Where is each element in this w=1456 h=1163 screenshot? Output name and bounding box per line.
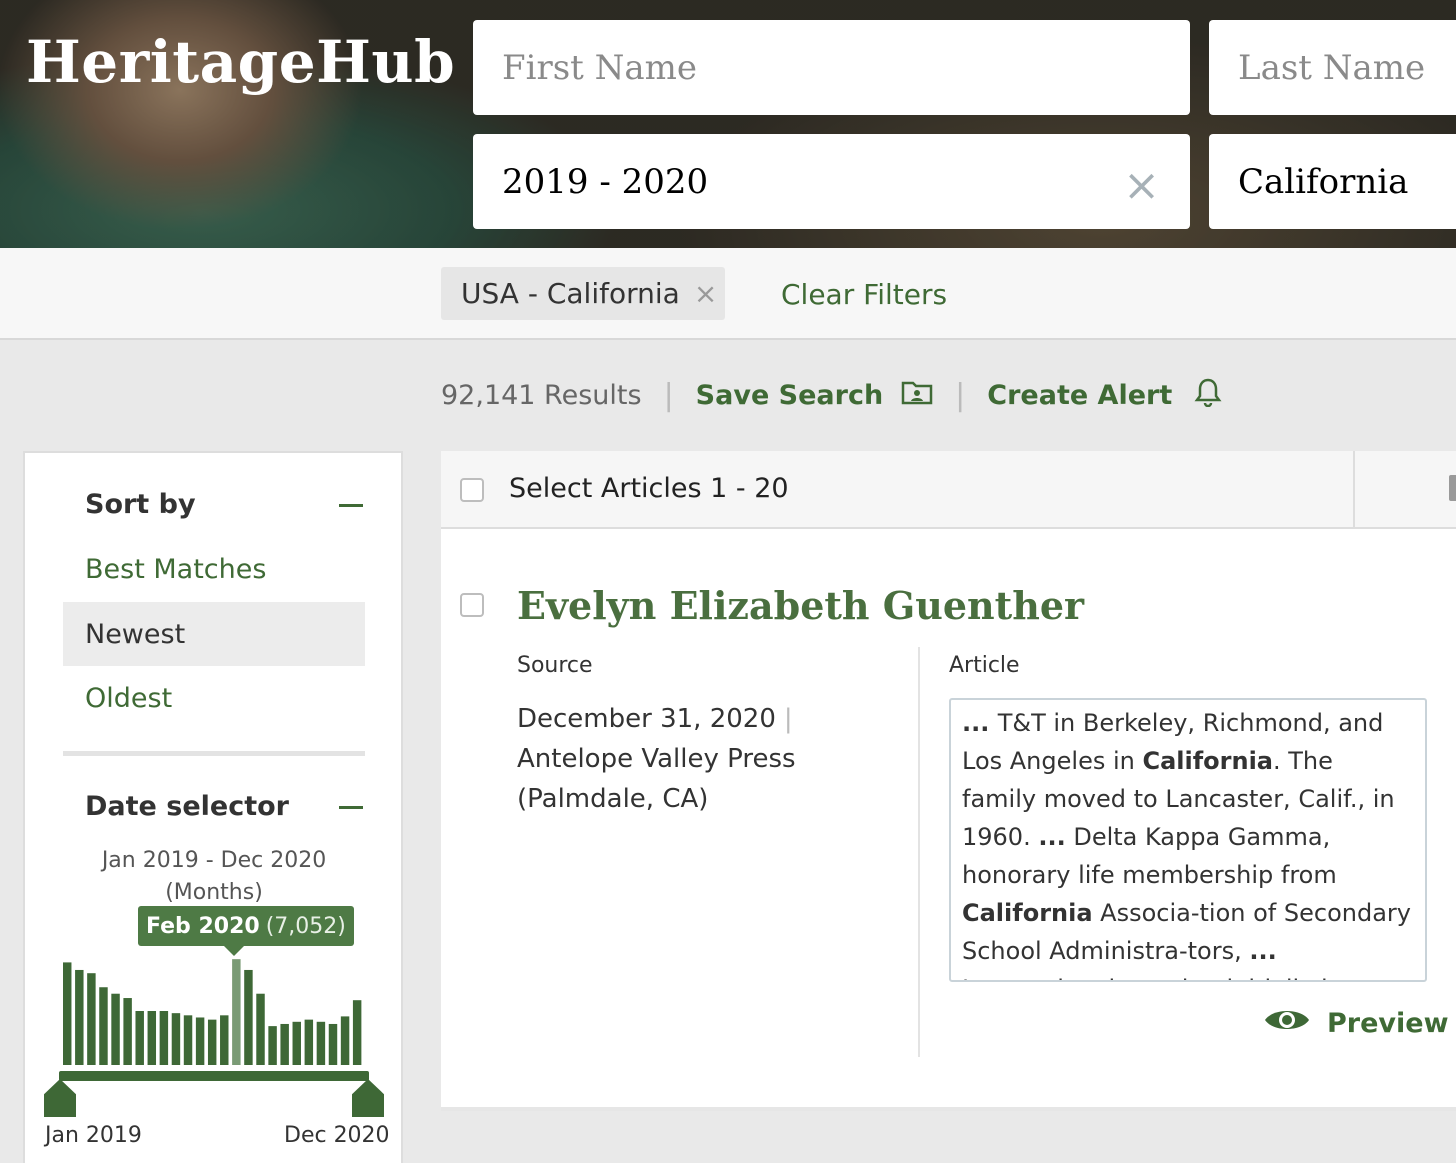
date-histogram[interactable] [63,953,365,1065]
histogram-bar[interactable] [171,1013,181,1065]
date-range-unit: (Months) [165,880,263,905]
save-search-link[interactable]: Save Search [696,380,884,411]
histogram-bar[interactable] [75,969,84,1065]
clear-date-icon[interactable]: × [1123,160,1160,211]
date-range-field[interactable]: × [473,134,1190,229]
histogram-bar[interactable] [195,1017,205,1065]
site-logo[interactable]: HeritageHub [26,28,455,96]
folder-icon[interactable] [901,379,933,412]
date-range-caption: Jan 2019 - Dec 2020 (Months) [63,845,365,909]
histogram-bar[interactable] [183,1015,193,1065]
tooltip-month: Feb 2020 [146,913,260,939]
sort-by-heading: Sort by [85,489,196,520]
article-title-link[interactable]: Evelyn Elizabeth Guenther [517,583,1084,628]
newspaper-place: (Palmdale, CA) [517,784,709,814]
snippet-highlight: California [1142,747,1274,775]
chip-label: USA - California [461,277,680,310]
source-label: Source [517,653,593,678]
location-filter-chip[interactable]: USA - California × [441,267,725,320]
range-end-handle[interactable] [352,1079,384,1117]
histogram-bar[interactable] [207,1019,217,1065]
source-details: December 31, 2020 | Antelope Valley Press… [517,699,897,819]
first-name-input[interactable] [502,47,1161,88]
preview-button[interactable]: Preview [1263,1005,1449,1042]
snippet-text: International, serving initially in Lanc… [962,975,1343,980]
histogram-bar[interactable] [268,1026,277,1065]
header-divider [1353,451,1355,529]
snippet-highlight: ... [1038,823,1066,851]
location-field[interactable] [1209,134,1456,229]
results-toolbar: 92,141 Results | Save Search | Create Al… [441,377,1222,414]
sidebar-divider [63,751,365,756]
select-all-checkbox[interactable] [460,478,484,502]
histogram-bar[interactable] [328,1023,338,1065]
create-alert-link[interactable]: Create Alert [987,380,1172,411]
date-separator: | [783,704,793,734]
article-date: December 31, 2020 [517,704,776,734]
histogram-bar[interactable] [220,1015,229,1065]
article-label: Article [949,653,1020,678]
last-name-input[interactable] [1238,47,1440,88]
tooltip-count: (7,052) [265,913,346,939]
result-card: Evelyn Elizabeth Guenther Source Article… [441,529,1456,1111]
sort-newest[interactable]: Newest [63,602,365,666]
range-end-label: Dec 2020 [284,1123,390,1148]
results-count: 92,141 Results [441,380,642,411]
histogram-bar[interactable] [63,962,72,1065]
select-articles-label: Select Articles 1 - 20 [509,473,789,504]
snippet-highlight: California [962,899,1093,927]
location-input[interactable] [1238,161,1440,202]
range-start-label: Jan 2019 [45,1123,142,1148]
histogram-bar[interactable] [304,1019,314,1065]
collapse-sort-icon[interactable] [339,504,363,507]
eye-icon [1263,1005,1311,1042]
snippet-highlight: ... [1249,937,1277,965]
filter-bar: USA - California × Clear Filters [0,248,1456,340]
preview-label: Preview [1327,1008,1449,1039]
histogram-bar[interactable] [135,1011,144,1065]
histogram-bar[interactable] [123,998,132,1065]
sort-best-matches[interactable]: Best Matches [63,537,365,601]
clear-filters-link[interactable]: Clear Filters [781,278,947,311]
date-range-input[interactable] [502,161,1161,202]
remove-chip-icon[interactable]: × [694,277,717,310]
histogram-bar[interactable] [147,1011,157,1065]
histogram-bar[interactable] [244,969,253,1065]
toolbar-separator: | [663,378,674,413]
histogram-bar[interactable] [159,1011,169,1065]
first-name-field[interactable] [473,20,1190,115]
newspaper-name: Antelope Valley Press [517,744,796,774]
histogram-bar[interactable] [292,1021,301,1065]
results-list-header: Select Articles 1 - 20 [441,451,1456,529]
article-snippet[interactable]: ... T&T in Berkeley, Richmond, and Los A… [949,698,1427,982]
toolbar-separator: | [955,378,966,413]
last-name-field[interactable] [1209,20,1456,115]
histogram-bar[interactable] [99,987,108,1065]
toolbar-icon-edge[interactable] [1449,475,1456,501]
snippet-highlight: ... [962,709,998,737]
histogram-bar[interactable] [316,1021,326,1065]
date-selector-heading: Date selector [85,791,289,822]
range-start-handle[interactable] [44,1079,76,1117]
column-divider [918,647,920,1057]
bell-icon[interactable] [1194,377,1222,414]
histogram-bar[interactable] [280,1023,289,1065]
filter-sidebar: Sort by Best Matches Newest Oldest Date … [23,451,403,1163]
sort-oldest[interactable]: Oldest [63,666,365,730]
histogram-bar[interactable] [87,973,96,1065]
histogram-bar[interactable] [352,1000,362,1065]
date-range-track[interactable] [59,1071,369,1081]
histogram-tooltip: Feb 2020 (7,052) [138,906,354,956]
histogram-bar[interactable] [340,1016,350,1065]
select-article-checkbox[interactable] [460,593,484,617]
histogram-bar[interactable] [111,993,120,1065]
histogram-bar[interactable] [256,993,265,1065]
date-range-line: Jan 2019 - Dec 2020 [101,848,327,873]
histogram-bar[interactable] [232,959,241,1065]
collapse-date-icon[interactable] [339,806,363,809]
